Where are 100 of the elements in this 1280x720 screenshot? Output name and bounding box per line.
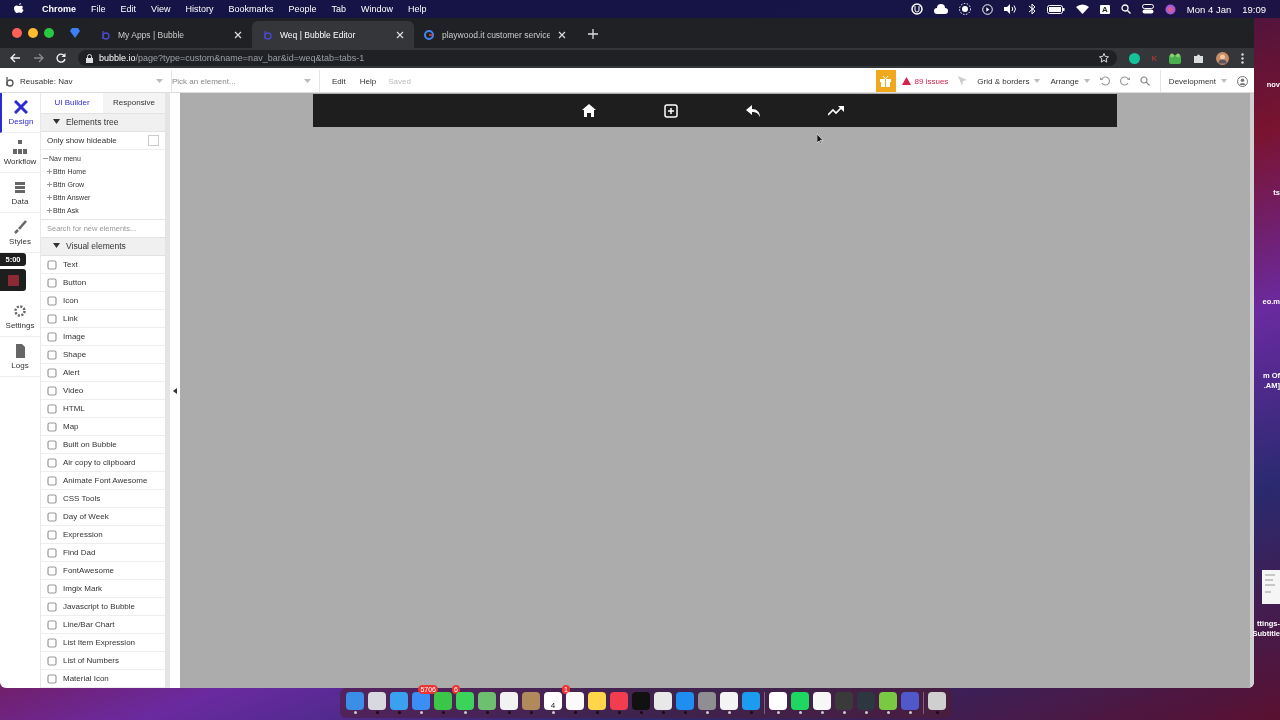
search-icon[interactable] (1120, 4, 1131, 14)
app-icon[interactable] (588, 692, 606, 710)
element-list-item[interactable]: HTML (41, 400, 165, 418)
app-icon[interactable] (456, 692, 474, 710)
brightness-icon[interactable] (959, 3, 972, 15)
volume-icon[interactable] (1004, 4, 1018, 14)
app-icon[interactable] (412, 692, 430, 710)
menu-item[interactable]: Window (361, 4, 393, 14)
element-list-item[interactable]: Javascript to Bubble (41, 598, 165, 616)
element-list-item[interactable]: Button (41, 274, 165, 292)
menu-bar-clock[interactable]: 19:09 (1242, 3, 1266, 15)
arrange-dropdown[interactable]: Arrange (1050, 76, 1090, 86)
collapse-panel-icon[interactable] (173, 387, 177, 394)
editor-menu-item[interactable]: Help (359, 76, 377, 86)
siri-icon[interactable] (1164, 3, 1176, 15)
user-icon[interactable] (1237, 75, 1248, 87)
close-icon[interactable] (234, 30, 242, 39)
menu-item[interactable]: Help (408, 4, 427, 14)
app-icon[interactable] (769, 692, 787, 710)
menu-item[interactable]: Edit (120, 4, 137, 14)
app-icon[interactable] (813, 692, 831, 710)
sidebar-item[interactable]: Data (0, 173, 40, 213)
element-list-item[interactable]: Built on Bubble (41, 436, 165, 454)
avatar-icon[interactable] (1216, 51, 1229, 65)
element-list-item[interactable]: Find Dad (41, 544, 165, 562)
element-list-item[interactable]: Video (41, 382, 165, 400)
app-icon[interactable] (698, 692, 716, 710)
element-list-item[interactable]: Line/Bar Chart (41, 616, 165, 634)
trending-up-icon[interactable] (828, 105, 844, 116)
menu-bar-date[interactable]: Mon 4 Jan (1186, 3, 1232, 15)
zoom-window-icon[interactable] (44, 28, 54, 38)
close-icon[interactable] (396, 30, 404, 39)
back-icon[interactable] (10, 53, 21, 63)
element-list-item[interactable]: Alert (41, 364, 165, 382)
battery-icon[interactable] (1047, 4, 1066, 14)
address-field[interactable]: bubble.io/page?type=custom&name=nav_bar&id=weq&tab=tabs-1 (78, 50, 1117, 66)
more-icon[interactable] (1241, 52, 1244, 64)
element-list-item[interactable]: Text (41, 256, 165, 274)
new-tab-icon[interactable] (588, 29, 598, 39)
issues-link[interactable]: 89 issues (901, 76, 949, 86)
browser-tab[interactable]: Weq | Bubble Editor (252, 21, 414, 48)
element-list-item[interactable]: Animate Font Awesome (41, 472, 165, 490)
app-icon[interactable] (500, 692, 518, 710)
expander-icon[interactable] (47, 168, 52, 174)
torrent-icon[interactable] (911, 3, 924, 15)
app-icon[interactable] (346, 692, 364, 710)
minimize-window-icon[interactable] (28, 28, 38, 38)
app-icon[interactable] (478, 692, 496, 710)
menu-item[interactable]: Tab (331, 4, 346, 14)
file-thumbnail-icon[interactable] (1262, 570, 1280, 604)
element-list-item[interactable]: Expression (41, 526, 165, 544)
element-list-item[interactable]: Material Icon (41, 670, 165, 688)
expander-icon[interactable] (47, 194, 52, 200)
frog-extension-icon[interactable] (1169, 52, 1181, 64)
redo-icon[interactable] (1119, 76, 1130, 86)
browser-tab[interactable]: playwood.it customer service (414, 21, 576, 48)
play-icon[interactable] (982, 3, 994, 15)
app-icon[interactable] (522, 692, 540, 710)
app-icon[interactable] (928, 692, 946, 710)
menu-item[interactable]: Bookmarks (228, 4, 274, 14)
browser-tab[interactable]: My Apps | Bubble (90, 21, 252, 48)
menu-item[interactable]: File (91, 4, 106, 14)
sidebar-item[interactable]: Settings (0, 297, 40, 337)
close-icon[interactable] (558, 30, 566, 39)
app-icon[interactable] (654, 692, 672, 710)
element-list-item[interactable]: List Item Expression (41, 634, 165, 652)
bluetooth-icon[interactable] (1028, 3, 1037, 15)
element-list-item[interactable]: Imgix Mark (41, 580, 165, 598)
apple-icon[interactable] (14, 3, 24, 15)
app-icon[interactable] (676, 692, 694, 710)
element-list-item[interactable]: Icon (41, 292, 165, 310)
element-dropdown[interactable]: Pick an element... (172, 70, 320, 92)
sidebar-item[interactable]: Workflow (0, 133, 40, 173)
plus-square-icon[interactable] (664, 103, 678, 118)
expander-icon[interactable] (43, 155, 48, 161)
element-list-item[interactable]: Air copy to clipboard (41, 454, 165, 472)
menu-item[interactable]: View (151, 4, 171, 14)
element-list-item[interactable]: Link (41, 310, 165, 328)
app-icon[interactable] (434, 692, 452, 710)
menu-item[interactable]: People (288, 4, 317, 14)
input-source-indicator[interactable]: A (1100, 4, 1110, 14)
element-list-item[interactable]: Shape (41, 346, 165, 364)
reply-arrow-icon[interactable] (746, 104, 760, 117)
page-dropdown[interactable]: Reusable: Nav (20, 70, 172, 92)
element-list-item[interactable]: Day of Week (41, 508, 165, 526)
editor-menu-item[interactable]: Edit (332, 76, 346, 86)
cloud-upload-icon[interactable] (934, 4, 949, 14)
forward-icon[interactable] (33, 53, 44, 63)
app-icon[interactable]: 4 (544, 692, 562, 710)
element-list-item[interactable]: CSS Tools (41, 490, 165, 508)
app-icon[interactable] (879, 692, 897, 710)
sidebar-item[interactable]: Logs (0, 337, 40, 377)
star-icon[interactable] (1098, 53, 1109, 63)
grid-borders-dropdown[interactable]: Grid & borders (977, 76, 1041, 86)
expander-icon[interactable] (47, 181, 52, 187)
undo-icon[interactable] (1099, 76, 1110, 86)
version-dropdown[interactable]: Development (1159, 70, 1227, 92)
app-icon[interactable] (390, 692, 408, 710)
bubble-logo-icon[interactable] (4, 75, 14, 87)
home-icon[interactable] (582, 104, 596, 117)
